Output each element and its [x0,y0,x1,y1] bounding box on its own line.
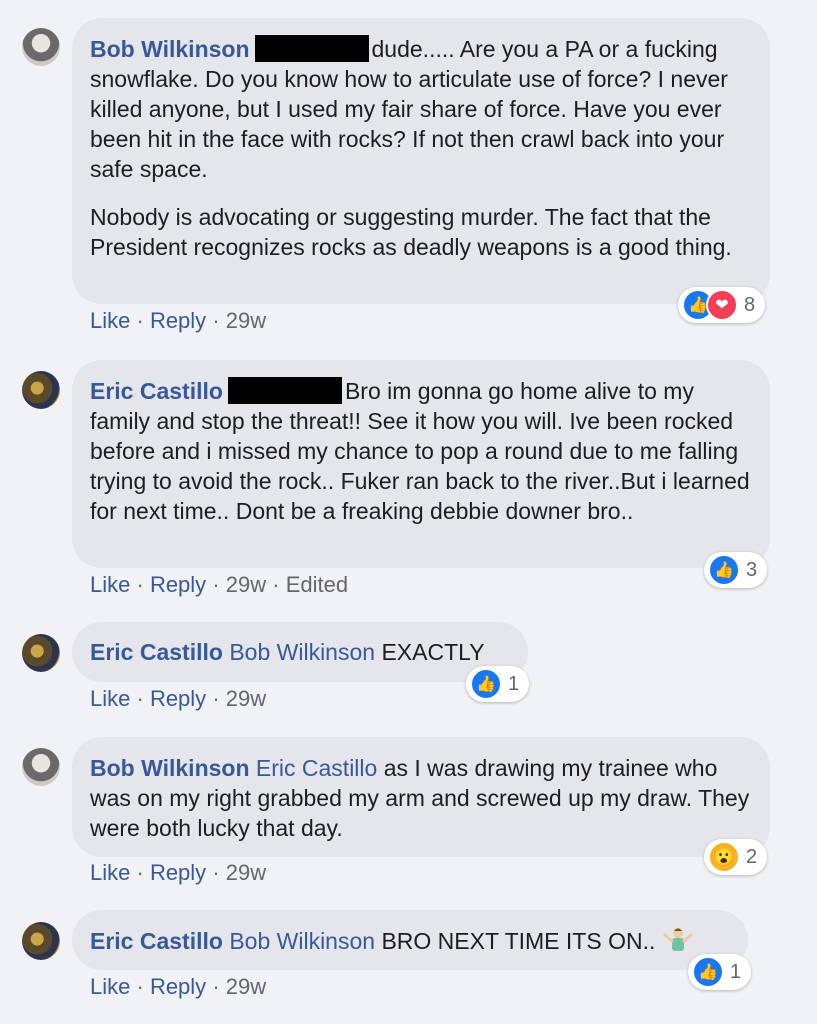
reply-link[interactable]: Reply [150,860,206,885]
timestamp[interactable]: 29w [226,686,266,711]
comment-bubble: Eric Castillo Bro im gonna go home alive … [72,360,770,568]
like-link[interactable]: Like [90,974,130,999]
comment-author[interactable]: Eric Castillo [90,928,223,954]
separator: · [212,686,220,711]
comment-bubble: Bob Wilkinson dude..... Are you a PA or a… [72,18,770,304]
comment-bubble: Bob Wilkinson Eric Castillo as I was dra… [72,737,770,857]
comment-actions: Like · Reply · 29w [90,686,266,712]
comment-author[interactable]: Eric Castillo [90,378,223,404]
reaction-summary[interactable]: 😮 2 [704,839,768,875]
heart-icon: ❤ [706,289,738,321]
reaction-count: 1 [508,672,520,695]
reply-link[interactable]: Reply [150,308,206,333]
comment-actions: Like · Reply · 29w [90,860,266,886]
like-link[interactable]: Like [90,308,130,333]
comment-actions: Like · Reply · 29w · Edited [90,572,348,598]
like-link[interactable]: Like [90,686,130,711]
separator: · [212,974,220,999]
avatar[interactable] [22,748,60,786]
reaction-summary[interactable]: 👍 1 [466,666,530,702]
reaction-count: 8 [744,293,756,316]
reaction-summary[interactable]: 👍 3 [704,552,768,588]
reply-link[interactable]: Reply [150,572,206,597]
comment-text-paragraph: Nobody is advocating or suggesting murde… [90,204,732,260]
comment-text: BRO NEXT TIME ITS ON.. [381,928,656,954]
comment-text: Bro im gonna go home alive to my [344,378,694,404]
reaction-summary[interactable]: 👍 ❤ 8 [678,287,766,323]
reaction-summary[interactable]: 👍 1 [688,954,752,990]
reaction-count: 2 [746,845,758,868]
thumbs-up-icon: 👍 [470,668,502,700]
separator: · [136,572,144,597]
separator: · [212,572,220,597]
timestamp[interactable]: 29w [226,572,266,597]
comment-text: EXACTLY [381,639,485,665]
avatar[interactable] [22,28,60,66]
comment-author[interactable]: Eric Castillo [90,639,223,665]
comment-author[interactable]: Bob Wilkinson [90,36,250,62]
comment-author[interactable]: Bob Wilkinson [90,755,250,781]
edited-label[interactable]: Edited [286,572,348,597]
wow-face-icon: 😮 [708,841,740,873]
comment-text-cont: family and stop the threat!! See it how … [90,408,750,524]
timestamp[interactable]: 29w [226,974,266,999]
reaction-count: 3 [746,558,758,581]
reply-link[interactable]: Reply [150,974,206,999]
person-shrugging-emoji [663,928,693,951]
avatar[interactable] [22,922,60,960]
avatar[interactable] [22,634,60,672]
mention-link[interactable]: Bob Wilkinson [229,639,375,665]
comment-actions: Like · Reply · 29w [90,308,266,334]
like-link[interactable]: Like [90,860,130,885]
separator: · [136,308,144,333]
redacted-mention [254,35,369,62]
comment-bubble: Eric Castillo Bob Wilkinson EXACTLY [72,622,528,682]
like-link[interactable]: Like [90,572,130,597]
mention-link[interactable]: Eric Castillo [256,755,377,781]
avatar[interactable] [22,371,60,409]
separator: · [136,860,144,885]
comment-bubble: Eric Castillo Bob Wilkinson BRO NEXT TIM… [72,910,748,970]
comment-text: dude..... Are you a PA or a [371,36,639,62]
reply-link[interactable]: Reply [150,686,206,711]
thumbs-up-icon: 👍 [708,554,740,586]
comment-actions: Like · Reply · 29w [90,974,266,1000]
mention-link[interactable]: Bob Wilkinson [229,928,375,954]
timestamp[interactable]: 29w [226,308,266,333]
separator: · [136,686,144,711]
separator: · [212,308,220,333]
redacted-mention [227,377,342,404]
separator: · [272,572,280,597]
timestamp[interactable]: 29w [226,860,266,885]
separator: · [136,974,144,999]
separator: · [212,860,220,885]
thumbs-up-icon: 👍 [692,956,724,988]
reaction-count: 1 [730,960,742,983]
